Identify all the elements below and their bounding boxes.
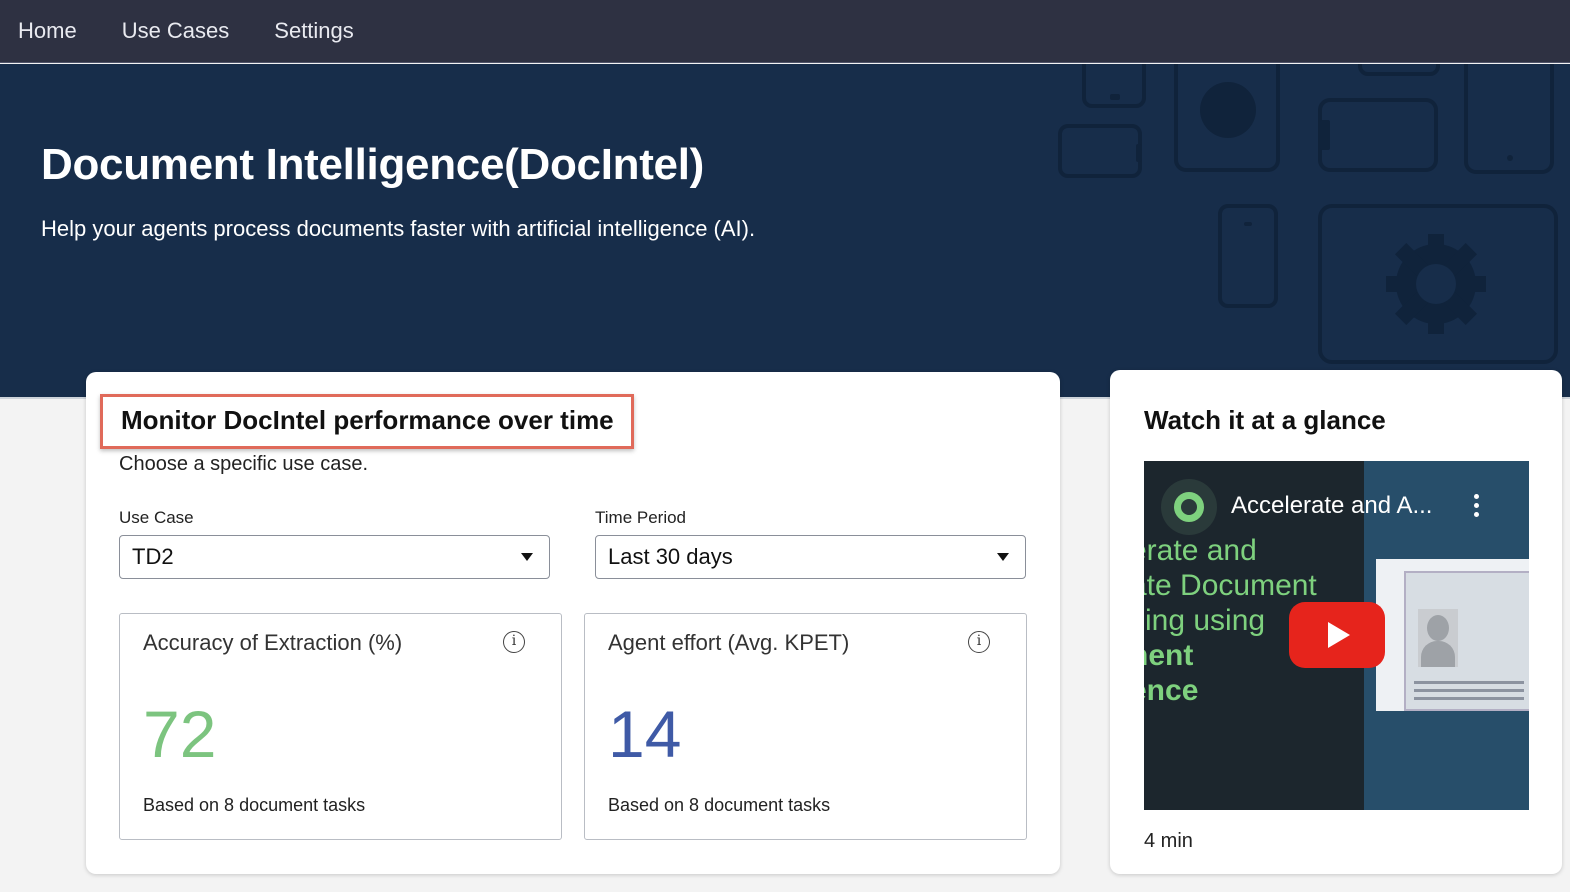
metric-footnote: Based on 8 document tasks (608, 795, 831, 815)
video-title[interactable]: Accelerate and A... (1231, 492, 1432, 520)
thumbnail-text: nent (1144, 639, 1194, 672)
thumbnail-text: sing using (1144, 604, 1266, 637)
thumbnail-text: erate and (1144, 534, 1257, 567)
metric-card-agent-effort: Agent effort (Avg. KPET) i 14 Based on 8… (584, 613, 1027, 840)
video-player[interactable]: Accelerate and A... erate and ate Docume… (1144, 461, 1529, 810)
document-preview (1376, 559, 1529, 711)
nav-settings[interactable]: Settings (274, 18, 354, 44)
video-duration: 4 min (1144, 830, 1193, 852)
chevron-down-icon (997, 553, 1009, 561)
metric-card-accuracy: Accuracy of Extraction (%) i 72 Based on… (119, 613, 562, 840)
video-card-title: Watch it at a glance (1144, 405, 1386, 435)
time-period-value: Last 30 days (608, 544, 733, 569)
monitor-card-description: Choose a specific use case. (119, 453, 369, 475)
time-period-label: Time Period (595, 508, 687, 527)
metric-title: Accuracy of Extraction (%) (143, 630, 403, 655)
info-icon[interactable]: i (968, 631, 990, 653)
use-case-label: Use Case (119, 508, 194, 527)
monitor-performance-card: Monitor DocIntel performance over time C… (86, 372, 1060, 874)
video-card: Watch it at a glance Accelerate and A...… (1110, 370, 1562, 874)
play-icon (1328, 622, 1350, 648)
highlight-box: Monitor DocIntel performance over time (100, 394, 634, 449)
hero-banner: Document Intelligence(DocIntel) Help you… (0, 64, 1570, 397)
chevron-down-icon (521, 553, 533, 561)
page-title: Document Intelligence(DocIntel) (41, 140, 704, 189)
monitor-card-title: Monitor DocIntel performance over time (121, 405, 614, 435)
nav-use-cases[interactable]: Use Cases (122, 18, 230, 44)
channel-avatar[interactable] (1161, 479, 1217, 535)
nav-home[interactable]: Home (18, 18, 77, 44)
page-subtitle: Help your agents process documents faste… (41, 216, 756, 241)
thumbnail-text: ence (1144, 674, 1199, 707)
use-case-value: TD2 (132, 544, 174, 569)
metric-title: Agent effort (Avg. KPET) (608, 630, 850, 655)
thumbnail-text: ate Document (1144, 569, 1317, 602)
use-case-select[interactable]: TD2 (119, 535, 550, 579)
time-period-select[interactable]: Last 30 days (595, 535, 1026, 579)
info-icon[interactable]: i (503, 631, 525, 653)
metric-value: 72 (143, 697, 217, 771)
passport-image (1404, 571, 1529, 711)
device-pattern-decoration (1058, 64, 1558, 364)
play-button[interactable] (1289, 602, 1385, 668)
top-nav: Home Use Cases Settings (0, 0, 1570, 63)
more-options-icon[interactable] (1474, 494, 1480, 521)
metric-value: 14 (608, 697, 682, 771)
portrait-icon (1418, 609, 1458, 667)
metric-footnote: Based on 8 document tasks (143, 795, 366, 815)
